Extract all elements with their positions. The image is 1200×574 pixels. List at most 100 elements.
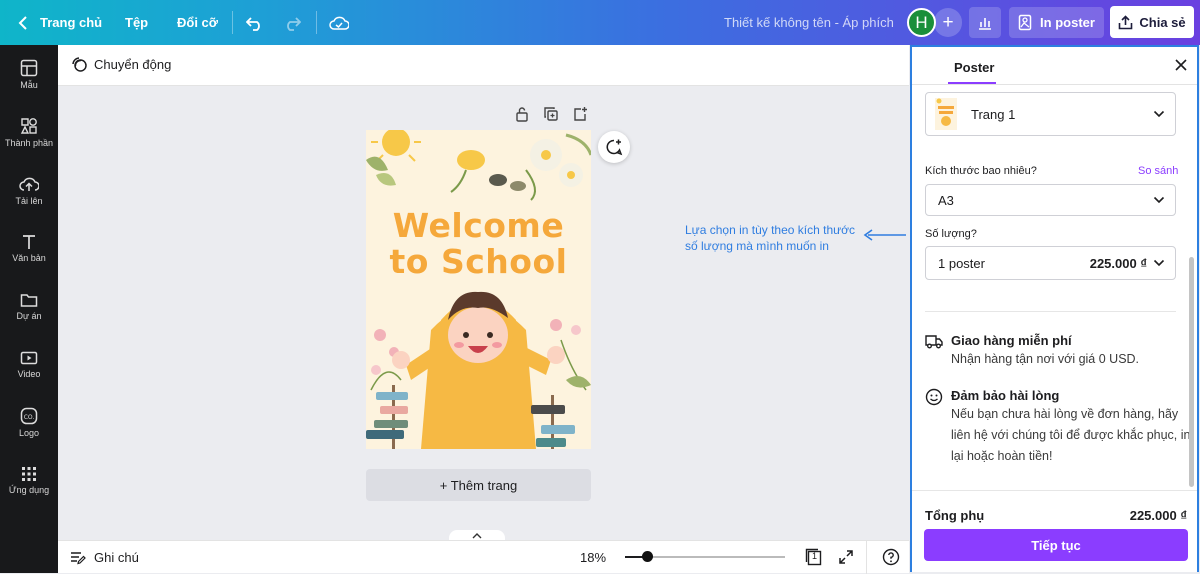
annotation-text: Lựa chọn in tùy theo kích thước số lượng… [685,222,855,254]
help-icon [882,548,900,566]
divider [925,311,1176,312]
notes-button[interactable]: Ghi chú [70,550,139,565]
poster-page[interactable]: Welcome to School [366,130,591,449]
chevron-up-icon [472,533,482,539]
poster-illustration [366,130,591,449]
divider [912,84,1197,85]
sidebar-item-templates[interactable]: Mẫu [0,45,58,103]
home-label: Trang chủ [40,15,103,30]
close-panel-button[interactable] [1174,58,1188,77]
zoom-slider-handle[interactable] [641,551,653,562]
folder-icon [20,293,38,307]
sidebar-item-label: Mẫu [20,79,38,90]
page-tools [514,106,588,122]
share-button[interactable]: Chia sẻ [1110,6,1194,38]
left-sidebar: Mẫu Thành phần Tải lên Văn bản Dự án Vid… [0,45,58,573]
plus-icon: + [942,11,954,33]
add-page-button[interactable]: + Thêm trang [366,469,591,501]
page-count-button[interactable]: 1 [805,548,823,571]
annotation-line-2: số lượng mà mình muốn in [685,239,829,253]
chevron-down-icon [1153,110,1165,118]
undo-button[interactable] [246,0,264,45]
sidebar-item-label: Ứng dụng [8,484,50,495]
document-title[interactable]: Thiết kế không tên - Áp phích [724,0,894,45]
compare-link[interactable]: So sánh [1138,165,1178,177]
add-collaborator-button[interactable]: + [934,8,962,37]
bar-chart-icon [979,17,991,30]
sidebar-item-logo[interactable]: CO. Logo [0,393,58,451]
resize-menu[interactable]: Đổi cỡ [177,0,218,45]
truck-icon [925,335,943,349]
insights-button[interactable] [969,7,1001,38]
sidebar-item-text[interactable]: Văn bản [0,219,58,277]
share-icon [1119,14,1133,29]
sidebar-item-label: Dự án [16,310,42,321]
annotation-arrow-icon [863,229,906,241]
sidebar-item-projects[interactable]: Dự án [0,277,58,335]
duplicate-page-icon[interactable] [543,106,559,122]
quantity-select-value: 1 poster [938,255,985,271]
animate-icon [72,57,87,72]
page-count: 1 [812,551,818,561]
shipping-title: Giao hàng miễn phí [951,333,1072,348]
panel-footer: Tổng phụ 225.000 ₫ Tiếp tục [912,490,1197,572]
home-button[interactable]: Trang chủ [18,0,102,45]
print-panel: Poster Trang 1 Kích thước bao nhiêu? So … [910,45,1199,572]
print-poster-label: In poster [1040,15,1095,30]
chevron-down-icon [1153,196,1165,204]
zoom-value[interactable]: 18% [580,550,606,565]
add-page-icon[interactable] [572,106,588,122]
guarantee-title: Đảm bảo hài lòng [951,388,1060,403]
notes-label: Ghi chú [94,550,139,565]
redo-icon [287,16,301,31]
sidebar-item-label: Video [17,368,41,379]
sidebar-item-elements[interactable]: Thành phần [0,103,58,161]
notes-icon [71,551,86,564]
file-menu[interactable]: Tệp [125,0,148,45]
quantity-price: 225.000 ₫ [1089,255,1147,271]
size-select[interactable]: A3 [925,184,1176,216]
sidebar-item-label: Tải lên [15,195,43,206]
fullscreen-button[interactable] [838,549,854,570]
elements-icon [20,117,37,134]
cloud-check-icon [329,16,349,30]
top-bar: Trang chủ Tệp Đổi cỡ Thiết kế không tên … [0,0,1200,45]
sidebar-item-uploads[interactable]: Tải lên [0,161,58,219]
poster-title-line2[interactable]: to School [366,244,591,280]
animate-label: Chuyển động [94,56,172,72]
size-select-value: A3 [938,192,954,208]
canvas-scrollbar[interactable] [899,86,909,526]
print-poster-button[interactable]: In poster [1009,7,1104,38]
poster-title-line1[interactable]: Welcome [366,208,591,244]
print-poster-icon [1018,14,1032,31]
comment-button[interactable] [598,131,630,163]
undo-icon [246,16,260,31]
continue-button[interactable]: Tiếp tục [924,529,1188,561]
svg-text:CO.: CO. [24,414,35,421]
redo-button[interactable] [283,0,301,45]
annotation-line-1: Lựa chọn in tùy theo kích thước [685,223,856,237]
sidebar-item-video[interactable]: Video [0,335,58,393]
help-button[interactable] [882,548,900,571]
avatar[interactable]: H [907,8,936,37]
page-select[interactable]: Trang 1 [925,92,1176,136]
sidebar-item-apps[interactable]: Ứng dụng [0,451,58,509]
lock-icon[interactable] [514,106,530,122]
quantity-select[interactable]: 1 poster 225.000 ₫ [925,246,1176,280]
video-icon [20,351,38,364]
tab-poster[interactable]: Poster [954,60,994,75]
sidebar-item-label: Văn bản [12,252,46,263]
smile-icon [925,388,943,406]
close-icon [1175,59,1187,71]
bottom-bar: Ghi chú 18% 1 [58,540,909,574]
animate-button[interactable]: Chuyển động [70,55,171,73]
quantity-label: Số lượng? [925,228,977,240]
panel-scrollbar[interactable] [1189,257,1194,487]
shipping-text: Nhận hàng tận nơi với giá 0 USD. [951,352,1140,366]
divider [316,11,317,34]
cloud-save-button[interactable] [329,0,349,45]
text-icon [23,234,35,249]
template-icon [20,59,38,76]
file-label: Tệp [125,15,149,30]
subtotal-label: Tổng phụ [925,508,985,523]
